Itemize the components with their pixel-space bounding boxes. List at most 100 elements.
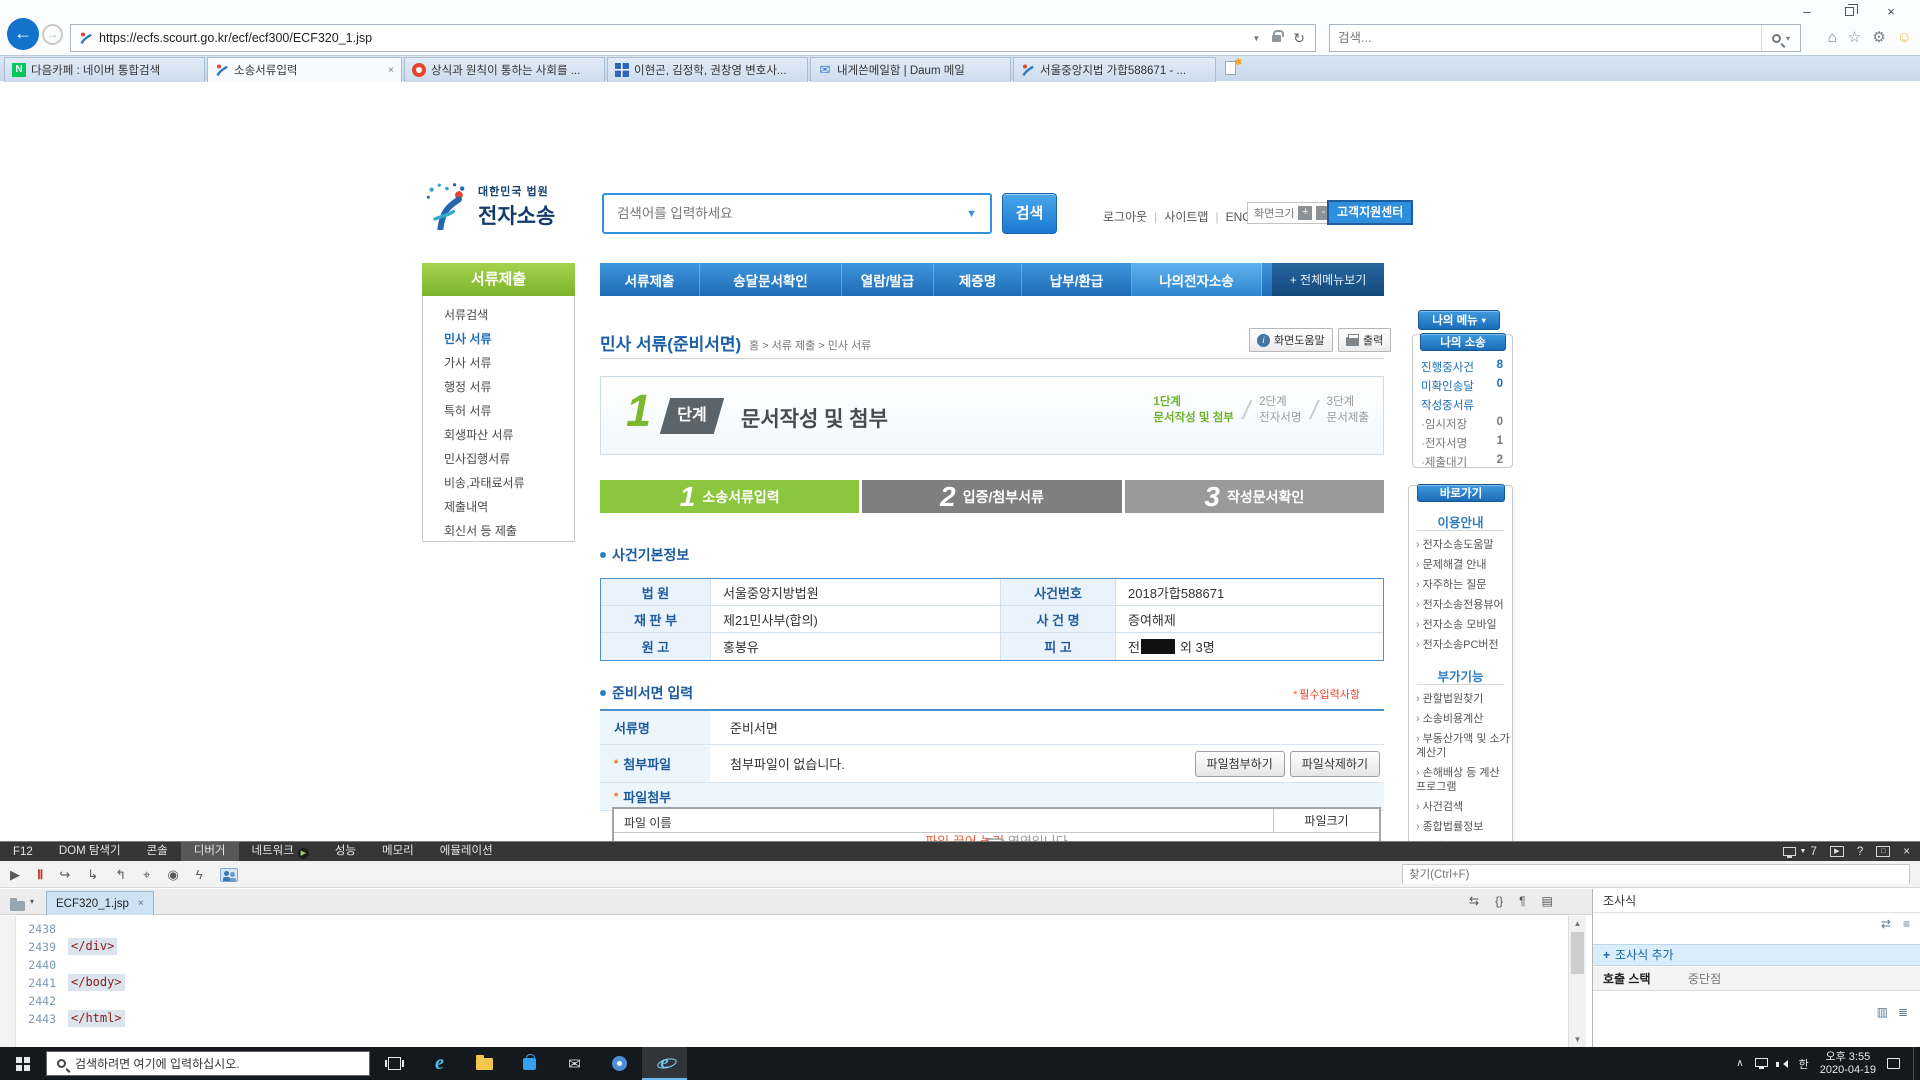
break-all-icon[interactable]: ◉: [167, 867, 178, 883]
step-over-icon[interactable]: ↳: [87, 867, 98, 883]
break-icon[interactable]: Ⅱ: [37, 867, 42, 883]
sidebar-item-civil-exec[interactable]: 민사집행서류: [423, 447, 574, 471]
link-case-search[interactable]: 사건검색: [1416, 800, 1510, 814]
forward-button[interactable]: →: [42, 24, 63, 45]
breakpoints-tab[interactable]: 중단점: [1688, 967, 1721, 991]
run-script-icon[interactable]: ▶: [1830, 846, 1844, 857]
screen-help-button[interactable]: i 화면도움말: [1249, 328, 1333, 352]
chevron-down-icon[interactable]: ▾: [30, 897, 34, 906]
link-property-calc[interactable]: 부동산가액 및 소가계산기: [1416, 732, 1510, 760]
devtools-tab-performance[interactable]: 성능: [322, 842, 369, 861]
start-button[interactable]: [0, 1047, 46, 1080]
support-center-button[interactable]: 고객지원센터: [1327, 200, 1413, 225]
taskbar-clock[interactable]: 오후 3:55 2020-04-19: [1820, 1051, 1876, 1077]
sidebar-item-admin[interactable]: 행정 서류: [423, 375, 574, 399]
print-button[interactable]: 출력: [1338, 328, 1391, 352]
devtools-find-input[interactable]: [1403, 866, 1909, 884]
search-dropdown-icon[interactable]: ▼: [966, 208, 990, 220]
search-icon[interactable]: [1772, 34, 1781, 43]
wizard-tab-confirm[interactable]: 3 작성문서확인: [1125, 480, 1384, 513]
unpin-icon[interactable]: □: [1876, 846, 1890, 857]
wizard-tab-evidence[interactable]: 2 입증/첨부서류: [862, 480, 1121, 513]
taskbar-edge[interactable]: e: [417, 1047, 462, 1080]
refresh-icon[interactable]: ↻: [1293, 30, 1305, 47]
ime-indicator[interactable]: 한: [1799, 1056, 1809, 1072]
devtools-tab-dom[interactable]: DOM 탐색기: [46, 842, 134, 861]
source-list-icon[interactable]: ▤: [1542, 894, 1553, 908]
task-view-button[interactable]: [372, 1047, 417, 1080]
sidebar-item-patent[interactable]: 특허 서류: [423, 399, 574, 423]
link-faq[interactable]: 자주하는 질문: [1416, 578, 1510, 592]
stat-unread-service[interactable]: 미확인송달0: [1421, 378, 1503, 397]
home-icon[interactable]: ⌂: [1828, 29, 1837, 46]
sidebar-item-doc-search[interactable]: 서류검색: [423, 303, 574, 327]
feedback-smiley-icon[interactable]: ☺: [1897, 29, 1912, 46]
sidebar-item-rehab[interactable]: 회생파산 서류: [423, 423, 574, 447]
logout-link[interactable]: 로그아웃: [1103, 208, 1147, 225]
sidebar-item-reply[interactable]: 회신서 등 제출: [423, 519, 574, 543]
panel-grid-icon[interactable]: ▥: [1877, 1005, 1888, 1019]
target-selector[interactable]: ▼ 7: [1783, 846, 1817, 858]
nav-document-submit[interactable]: 서류제출: [600, 263, 700, 296]
my-menu-button[interactable]: 나의 메뉴 ▾: [1418, 310, 1500, 330]
call-stack-tab[interactable]: 호출 스택: [1603, 967, 1651, 991]
link-legal-info[interactable]: 종합법률정보: [1416, 820, 1510, 834]
new-tab-button[interactable]: ✱: [1222, 60, 1242, 78]
pretty-print-icon[interactable]: ⇆: [1469, 894, 1479, 908]
taskbar-search[interactable]: 검색하려면 여기에 입력하십시오.: [46, 1051, 370, 1076]
scroll-down-icon[interactable]: ▼: [1569, 1035, 1586, 1044]
devtools-tab-emulation[interactable]: 에뮬레이션: [427, 842, 506, 861]
link-pc-version[interactable]: 전자소송PC버전: [1416, 638, 1510, 652]
action-center-icon[interactable]: [1887, 1058, 1900, 1069]
settings-gear-icon[interactable]: ⚙: [1872, 28, 1885, 46]
nav-view-issue[interactable]: 열람/발급: [842, 263, 934, 296]
favorites-star-icon[interactable]: ☆: [1848, 28, 1861, 46]
step-out-icon[interactable]: ↰: [115, 867, 126, 883]
show-desktop-button[interactable]: [1913, 1047, 1914, 1080]
devtools-tab-console[interactable]: 콘솔: [134, 842, 181, 861]
link-viewer[interactable]: 전자소송전용뷰어: [1416, 598, 1510, 612]
code-scrollbar[interactable]: ▲ ▼: [1568, 916, 1586, 1047]
devtools-tab-debugger[interactable]: 디버거: [181, 842, 239, 861]
devtools-tab-network[interactable]: 네트워크▶: [239, 842, 322, 861]
tab-lawyers[interactable]: 이현곤, 김정학, 권창영 변호사...: [607, 57, 808, 82]
taskbar-app[interactable]: [597, 1047, 642, 1080]
break-on-new-worker-icon[interactable]: ⌖: [143, 867, 150, 883]
tray-expand-icon[interactable]: ∧: [1736, 1058, 1743, 1069]
site-search-box[interactable]: ▼: [602, 193, 992, 234]
stat-pending-submit[interactable]: ·제출대기2: [1421, 454, 1503, 473]
site-logo[interactable]: 대한민국 법원 전자소송: [426, 182, 555, 230]
nav-my-litigation[interactable]: 나의전자소송: [1132, 263, 1262, 296]
scrollbar-thumb[interactable]: [1571, 932, 1584, 974]
file-tab-close-icon[interactable]: ×: [138, 898, 144, 909]
nav-all-menu[interactable]: + 전체메뉴보기: [1272, 263, 1384, 296]
exceptions-icon[interactable]: ϟ: [196, 867, 203, 882]
tab-daum-mail[interactable]: ✉ 내게쓴메일함 | Daum 메일: [810, 57, 1011, 82]
taskbar-explorer[interactable]: [462, 1047, 507, 1080]
link-help[interactable]: 전자소송도움말: [1416, 538, 1510, 552]
watch-list-icon[interactable]: ≡: [1903, 917, 1910, 931]
panel-lines-icon[interactable]: ≣: [1898, 1005, 1908, 1019]
nav-service-check[interactable]: 송달문서확인: [700, 263, 842, 296]
folder-icon[interactable]: [10, 901, 25, 911]
sidebar-item-non-contentious[interactable]: 비송,과태료서류: [423, 471, 574, 495]
sidebar-item-family[interactable]: 가사 서류: [423, 351, 574, 375]
stat-e-signature[interactable]: ·전자서명1: [1421, 435, 1503, 454]
taskbar-ie-active[interactable]: e: [642, 1047, 687, 1080]
restore-button[interactable]: [1828, 2, 1870, 21]
taskbar-mail[interactable]: ✉: [552, 1047, 597, 1080]
word-wrap-icon[interactable]: ¶: [1519, 894, 1525, 908]
source-file-tab[interactable]: ECF320_1.jsp ×: [46, 891, 154, 915]
stat-ongoing-cases[interactable]: 진행중사건8: [1421, 359, 1503, 378]
sitemap-link[interactable]: 사이트맵: [1164, 208, 1208, 225]
site-search-input[interactable]: [604, 206, 966, 221]
tab-news[interactable]: 상식과 원칙이 통하는 사회를 ...: [404, 57, 605, 82]
taskbar-store[interactable]: [507, 1047, 552, 1080]
stat-temp-saved[interactable]: ·임시저장0: [1421, 416, 1503, 435]
tab-close-icon[interactable]: ×: [388, 65, 394, 76]
watch-refresh-icon[interactable]: ⇄: [1881, 917, 1891, 931]
tab-case[interactable]: 서울중앙지법 가합588671 - ...: [1013, 57, 1216, 82]
back-button[interactable]: ←: [7, 18, 39, 50]
sidebar-item-civil[interactable]: 민사 서류: [423, 327, 574, 351]
devtools-close-icon[interactable]: ×: [1903, 846, 1910, 858]
